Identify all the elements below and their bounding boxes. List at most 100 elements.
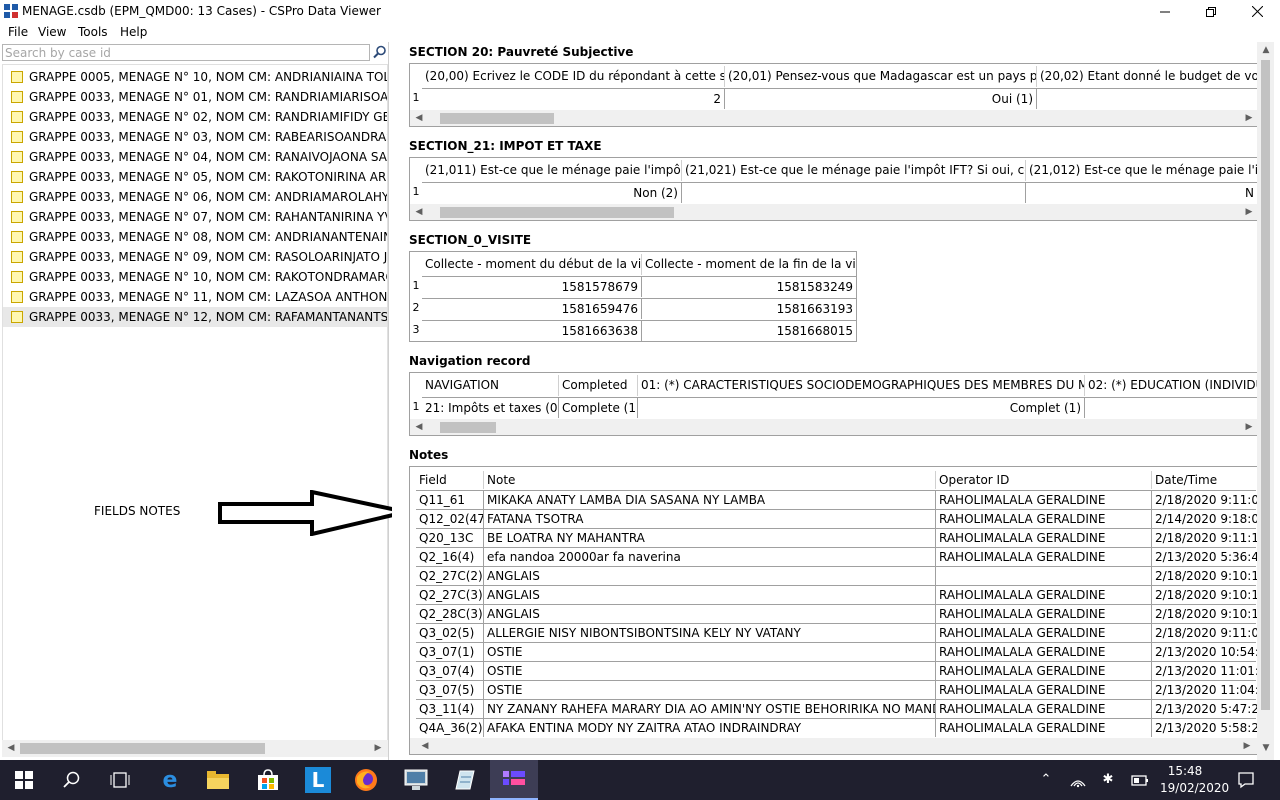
taskbar-cspro-data-viewer[interactable] bbox=[490, 760, 538, 800]
case-item[interactable]: GRAPPE 0033, MENAGE N° 02, NOM CM: RANDR… bbox=[3, 107, 387, 127]
grid-cell[interactable]: Complete (1) bbox=[559, 397, 638, 418]
scroll-right-icon[interactable]: ▶ bbox=[371, 742, 385, 755]
case-item[interactable]: GRAPPE 0033, MENAGE N° 10, NOM CM: RAKOT… bbox=[3, 267, 387, 287]
taskbar-edge[interactable]: e bbox=[146, 760, 194, 800]
clock-date[interactable]: 19/02/2020 bbox=[1160, 781, 1229, 795]
search-icon[interactable] bbox=[373, 45, 387, 59]
navigation-hscrollbar[interactable]: ◀ ▶ bbox=[410, 419, 1257, 435]
taskbar-app-l[interactable]: L bbox=[294, 760, 342, 800]
scroll-right-icon[interactable]: ▶ bbox=[1242, 112, 1256, 125]
notes-row[interactable]: Q2_28C(3) ANGLAIS RAHOLIMALALA GERALDINE… bbox=[416, 604, 1257, 623]
notes-row[interactable]: Q3_07(4) OSTIE RAHOLIMALALA GERALDINE 2/… bbox=[416, 661, 1257, 680]
scroll-left-icon[interactable]: ◀ bbox=[4, 742, 18, 755]
taskbar-firefox[interactable] bbox=[342, 760, 390, 800]
grid-cell[interactable]: 1581578679 bbox=[422, 276, 642, 297]
menu-help[interactable]: Help bbox=[120, 25, 147, 39]
grid-cell[interactable] bbox=[1037, 88, 1257, 109]
case-label: GRAPPE 0033, MENAGE N° 02, NOM CM: RANDR… bbox=[29, 110, 387, 124]
notes-row[interactable]: Q3_02(5) ALLERGIE NISY NIBONTSIBONTSINA … bbox=[416, 623, 1257, 642]
start-button[interactable] bbox=[0, 760, 48, 800]
tray-chevron-up-icon[interactable]: ⌃ bbox=[1036, 770, 1056, 790]
grid-cell[interactable]: 21: Impôts et taxes (021) bbox=[422, 397, 559, 418]
scroll-thumb[interactable] bbox=[440, 113, 554, 124]
close-button[interactable] bbox=[1234, 0, 1280, 23]
notes-row[interactable]: Q4A_36(2) AFAKA ENTINA MODY NY ZAITRA AT… bbox=[416, 718, 1257, 737]
case-item[interactable]: GRAPPE 0005, MENAGE N° 10, NOM CM: ANDRI… bbox=[3, 67, 387, 87]
taskbar-search-button[interactable] bbox=[48, 760, 96, 800]
case-list-hscrollbar[interactable]: ◀ ▶ bbox=[2, 740, 388, 757]
menu-file[interactable]: File bbox=[8, 25, 28, 39]
wifi-icon[interactable] bbox=[1068, 770, 1088, 790]
scroll-left-icon[interactable]: ◀ bbox=[412, 421, 426, 434]
task-view-button[interactable] bbox=[96, 760, 144, 800]
case-item[interactable]: GRAPPE 0033, MENAGE N° 06, NOM CM: ANDRI… bbox=[3, 187, 387, 207]
scroll-right-icon[interactable]: ▶ bbox=[1242, 421, 1256, 434]
case-item-selected[interactable]: GRAPPE 0033, MENAGE N° 12, NOM CM: RAFAM… bbox=[3, 307, 387, 327]
case-item[interactable]: GRAPPE 0033, MENAGE N° 09, NOM CM: RASOL… bbox=[3, 247, 387, 267]
grid-cell[interactable]: 2 bbox=[422, 88, 725, 109]
case-label: GRAPPE 0033, MENAGE N° 07, NOM CM: RAHAN… bbox=[29, 210, 388, 224]
case-item[interactable]: GRAPPE 0033, MENAGE N° 08, NOM CM: ANDRI… bbox=[3, 227, 387, 247]
section-21-hscrollbar[interactable]: ◀ ▶ bbox=[410, 204, 1257, 220]
notes-row[interactable]: Q2_27C(3) ANGLAIS RAHOLIMALALA GERALDINE… bbox=[416, 585, 1257, 604]
record-vscrollbar[interactable]: ▲ ▼ bbox=[1257, 42, 1274, 760]
taskbar-store[interactable] bbox=[244, 760, 292, 800]
notes-header-field: Field bbox=[416, 471, 484, 489]
scroll-thumb[interactable] bbox=[1261, 60, 1270, 710]
note-field: Q12_02(47) bbox=[416, 510, 484, 528]
grid-cell[interactable]: 1581668015 bbox=[642, 320, 856, 341]
scroll-right-icon[interactable]: ▶ bbox=[1240, 740, 1254, 753]
grid-cell[interactable]: 1581663638 bbox=[422, 320, 642, 341]
grid-cell[interactable]: 1581663193 bbox=[642, 298, 856, 319]
bluetooth-icon[interactable]: ✱ bbox=[1098, 770, 1118, 790]
case-item[interactable]: GRAPPE 0033, MENAGE N° 11, NOM CM: LAZAS… bbox=[3, 287, 387, 307]
scroll-down-icon[interactable]: ▼ bbox=[1259, 742, 1273, 755]
notifications-icon[interactable] bbox=[1236, 770, 1256, 790]
scroll-right-icon[interactable]: ▶ bbox=[1242, 206, 1256, 219]
grid-cell[interactable]: Complet (1) bbox=[638, 397, 1085, 418]
scroll-thumb[interactable] bbox=[440, 422, 496, 433]
grid-cell[interactable]: Non (2) bbox=[422, 182, 682, 203]
battery-icon[interactable] bbox=[1130, 770, 1150, 790]
scroll-left-icon[interactable]: ◀ bbox=[418, 740, 432, 753]
grid-cell[interactable]: 1581659476 bbox=[422, 298, 642, 319]
notes-hscrollbar[interactable]: ◀ ▶ bbox=[410, 738, 1257, 754]
case-icon bbox=[11, 291, 23, 303]
scroll-up-icon[interactable]: ▲ bbox=[1259, 44, 1273, 57]
section-20-hscrollbar[interactable]: ◀ ▶ bbox=[410, 110, 1257, 126]
taskbar-file-explorer[interactable] bbox=[194, 760, 242, 800]
menu-tools[interactable]: Tools bbox=[78, 25, 108, 39]
case-item[interactable]: GRAPPE 0033, MENAGE N° 07, NOM CM: RAHAN… bbox=[3, 207, 388, 227]
scroll-left-icon[interactable]: ◀ bbox=[412, 112, 426, 125]
scroll-thumb[interactable] bbox=[440, 207, 674, 218]
notes-row[interactable]: Q3_07(1) OSTIE RAHOLIMALALA GERALDINE 2/… bbox=[416, 642, 1257, 661]
notes-row[interactable]: Q20_13C BE LOATRA NY MAHANTRA RAHOLIMALA… bbox=[416, 528, 1257, 547]
grid-cell[interactable]: Oui (1) bbox=[725, 88, 1037, 109]
notes-row[interactable]: Q2_16(4) efa nandoa 20000ar fa naverina … bbox=[416, 547, 1257, 566]
clock-time[interactable]: 15:48 bbox=[1165, 764, 1205, 778]
scroll-left-icon[interactable]: ◀ bbox=[412, 206, 426, 219]
notes-row[interactable]: Q12_02(47) FATANA TSOTRA RAHOLIMALALA GE… bbox=[416, 509, 1257, 528]
case-icon bbox=[11, 111, 23, 123]
note-operator: RAHOLIMALALA GERALDINE bbox=[936, 681, 1152, 699]
note-datetime: 2/18/2020 9:11:02 A bbox=[1155, 626, 1257, 640]
grid-cell[interactable] bbox=[682, 182, 1026, 203]
case-item[interactable]: GRAPPE 0033, MENAGE N° 01, NOM CM: RANDR… bbox=[3, 87, 387, 107]
notes-row[interactable]: Q11_61 MIKAKA ANATY LAMBA DIA SASANA NY … bbox=[416, 490, 1257, 509]
search-input[interactable] bbox=[5, 46, 367, 60]
taskbar-cspro-designer[interactable] bbox=[440, 760, 488, 800]
taskbar-cspro-entry[interactable] bbox=[392, 760, 440, 800]
notes-row[interactable]: Q2_27C(2) ANGLAIS 2/18/2020 9:10:11 A bbox=[416, 566, 1257, 585]
case-item[interactable]: GRAPPE 0033, MENAGE N° 05, NOM CM: RAKOT… bbox=[3, 167, 387, 187]
case-item[interactable]: GRAPPE 0033, MENAGE N° 04, NOM CM: RANAI… bbox=[3, 147, 387, 167]
grid-cell[interactable] bbox=[1085, 397, 1257, 418]
menu-view[interactable]: View bbox=[38, 25, 66, 39]
grid-cell[interactable]: N bbox=[1026, 182, 1257, 203]
notes-row[interactable]: Q3_11(4) NY ZANANY RAHEFA MARARY DIA AO … bbox=[416, 699, 1257, 718]
scroll-thumb[interactable] bbox=[20, 743, 265, 754]
case-item[interactable]: GRAPPE 0033, MENAGE N° 03, NOM CM: RABEA… bbox=[3, 127, 387, 147]
grid-cell[interactable]: 1581583249 bbox=[642, 276, 856, 297]
restore-button[interactable] bbox=[1188, 0, 1234, 23]
minimize-button[interactable] bbox=[1142, 0, 1188, 23]
notes-row[interactable]: Q3_07(5) OSTIE RAHOLIMALALA GERALDINE 2/… bbox=[416, 680, 1257, 699]
